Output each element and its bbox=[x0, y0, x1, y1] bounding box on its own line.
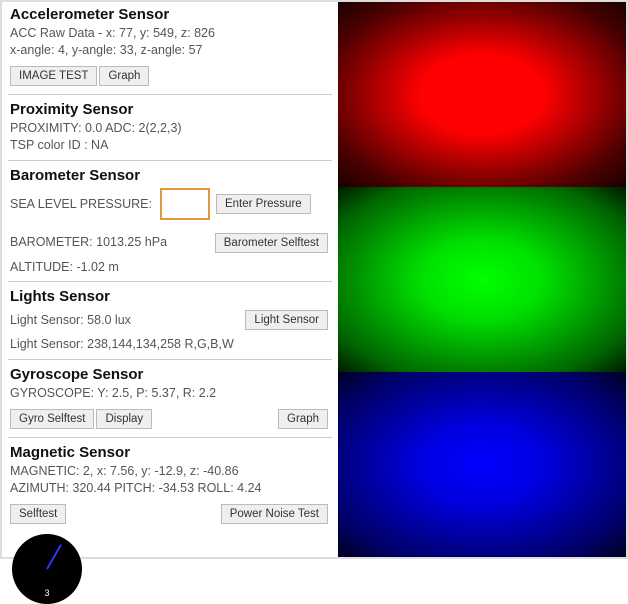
barometer-title: Barometer Sensor bbox=[2, 163, 338, 186]
light-rgbw: Light Sensor: 238,144,134,258 R,G,B,W bbox=[10, 336, 330, 353]
compass-needle bbox=[46, 544, 62, 569]
image-test-button[interactable]: IMAGE TEST bbox=[10, 66, 97, 86]
acc-raw: ACC Raw Data - x: 77, y: 549, z: 826 bbox=[10, 25, 330, 42]
sea-level-input[interactable] bbox=[160, 188, 210, 220]
light-sensor-button[interactable]: Light Sensor bbox=[245, 310, 328, 330]
proximity-title: Proximity Sensor bbox=[2, 97, 338, 120]
magnetic-selftest-button[interactable]: Selftest bbox=[10, 504, 66, 524]
gyro-graph-button[interactable]: Graph bbox=[278, 409, 328, 429]
lights-title: Lights Sensor bbox=[2, 284, 338, 307]
enter-pressure-button[interactable]: Enter Pressure bbox=[216, 194, 311, 214]
magnetic-title: Magnetic Sensor bbox=[2, 440, 338, 463]
blue-test-area bbox=[338, 372, 626, 557]
barometer-reading: BAROMETER: 1013.25 hPa bbox=[10, 234, 167, 251]
color-test-panel bbox=[338, 2, 626, 557]
barometer-selftest-button[interactable]: Barometer Selftest bbox=[215, 233, 328, 253]
gyro-title: Gyroscope Sensor bbox=[2, 362, 338, 385]
proximity-line: PROXIMITY: 0.0 ADC: 2(2,2,3) bbox=[10, 120, 330, 137]
altitude-reading: ALTITUDE: -1.02 m bbox=[10, 259, 330, 276]
magnetic-orient: AZIMUTH: 320.44 PITCH: -34.53 ROLL: 4.24 bbox=[10, 480, 330, 497]
gyro-display-button[interactable]: Display bbox=[96, 409, 152, 429]
gyro-selftest-button[interactable]: Gyro Selftest bbox=[10, 409, 94, 429]
magnetic-line: MAGNETIC: 2, x: 7.56, y: -12.9, z: -40.8… bbox=[10, 463, 330, 480]
acc-graph-button[interactable]: Graph bbox=[99, 66, 149, 86]
acc-angle: x-angle: 4, y-angle: 33, z-angle: 57 bbox=[10, 42, 330, 59]
compass-number: 3 bbox=[44, 588, 49, 598]
green-test-area bbox=[338, 187, 626, 372]
compass-icon: 3 bbox=[12, 534, 82, 604]
accelerometer-title: Accelerometer Sensor bbox=[2, 2, 338, 25]
light-lux: Light Sensor: 58.0 lux bbox=[10, 312, 131, 329]
sea-level-label: SEA LEVEL PRESSURE: bbox=[10, 197, 152, 211]
red-test-area bbox=[338, 2, 626, 187]
proximity-tsp: TSP color ID : NA bbox=[10, 137, 330, 154]
sensor-panel: Accelerometer Sensor ACC Raw Data - x: 7… bbox=[2, 2, 338, 557]
power-noise-button[interactable]: Power Noise Test bbox=[221, 504, 328, 524]
gyro-line: GYROSCOPE: Y: 2.5, P: 5.37, R: 2.2 bbox=[10, 385, 330, 402]
